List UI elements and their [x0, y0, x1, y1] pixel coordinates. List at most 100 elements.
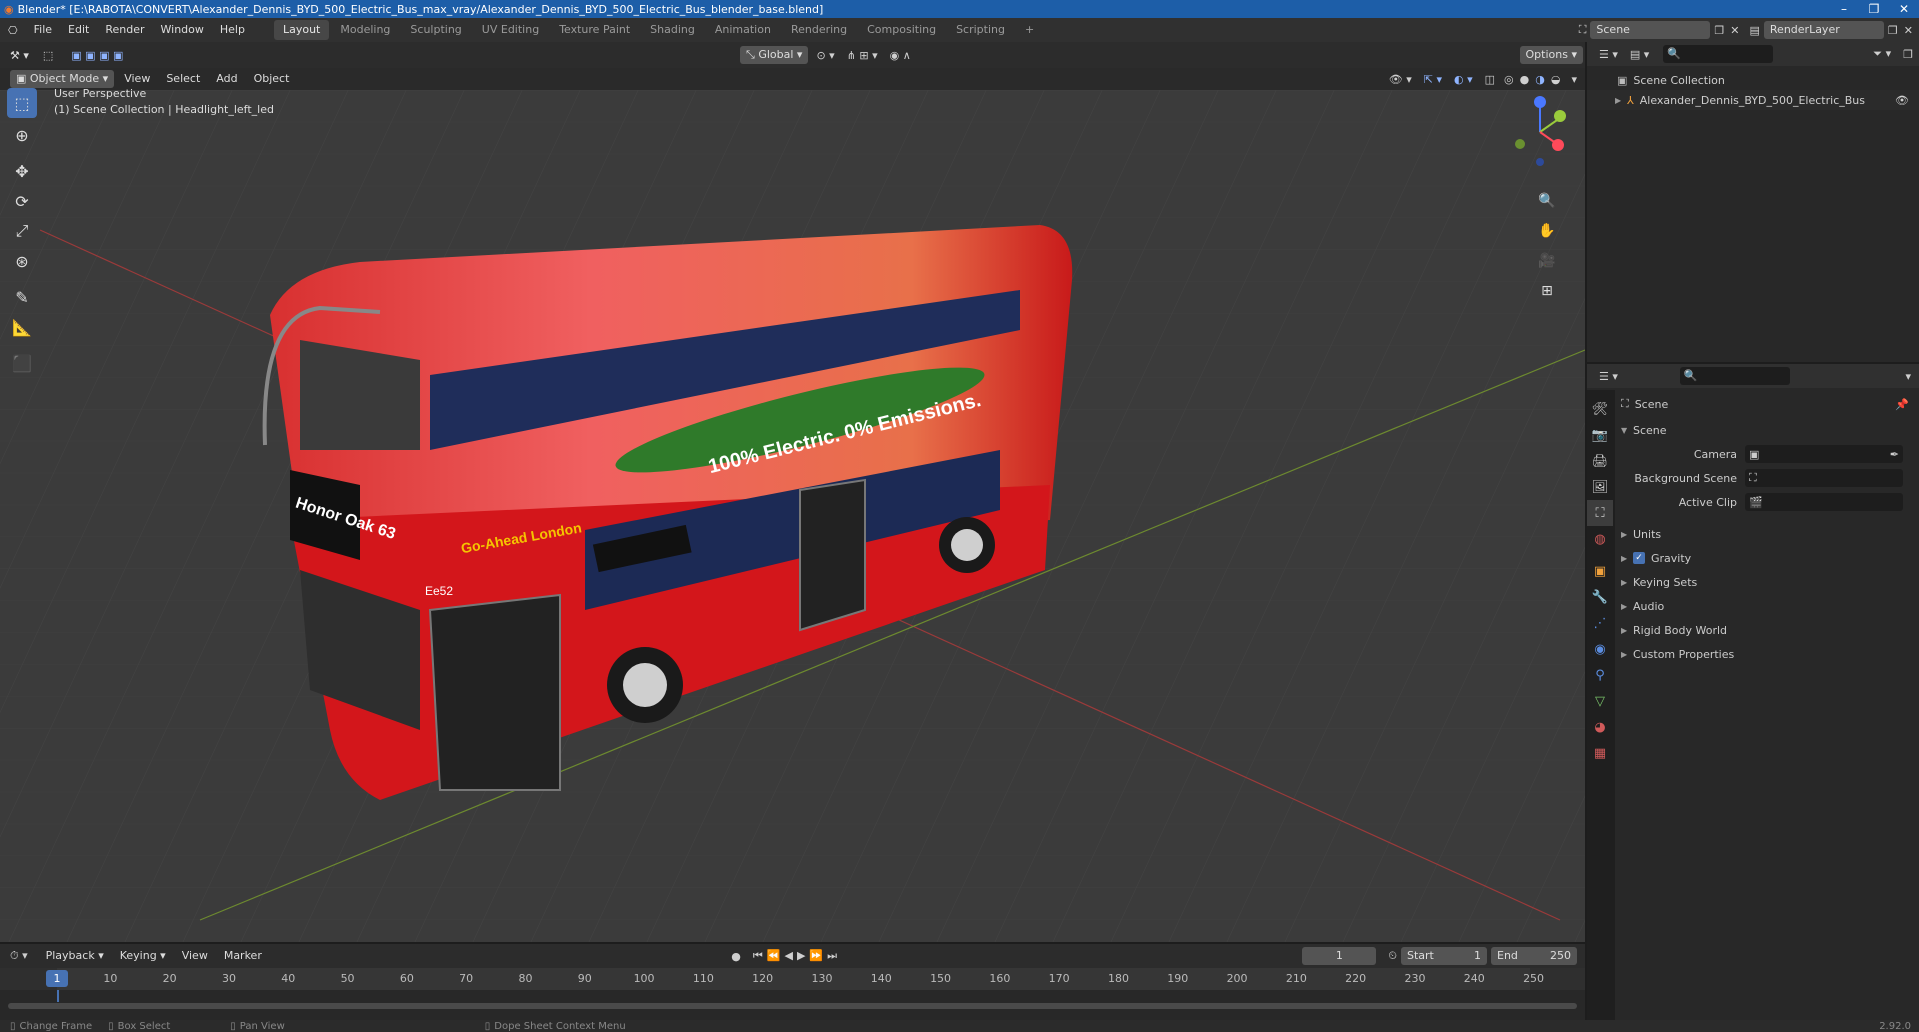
tool-tab-icon[interactable]: 🛠 [1587, 396, 1613, 422]
measure-tool[interactable]: 📐 [7, 312, 37, 342]
keying-sets-section[interactable]: ▶ Keying Sets [1621, 570, 1915, 594]
navigation-gizmo[interactable] [1500, 90, 1580, 170]
material-tab-icon[interactable]: ◕ [1587, 714, 1613, 740]
tab-layout[interactable]: Layout [273, 20, 330, 40]
display-mode-icon[interactable]: ▤ ▾ [1624, 48, 1655, 61]
menu-render[interactable]: Render [97, 18, 152, 42]
expand-icon[interactable]: ▶ [1621, 602, 1633, 611]
gravity-section[interactable]: ▶ ✓ Gravity [1621, 546, 1915, 570]
3d-viewport[interactable]: ⚒ ▾ ⬚ ▣ ▣ ▣ ▣ ⤡ Global ▾ ⊙ ▾ ⋔ ⊞ ▾ ◉ ∧ O… [0, 42, 1585, 942]
new-view-layer-icon[interactable]: ❐ [1884, 24, 1902, 37]
eyedropper-icon[interactable]: ✒ [1890, 448, 1903, 461]
render-tab-icon[interactable]: 📷 [1587, 422, 1613, 448]
tab-scripting[interactable]: Scripting [947, 20, 1014, 40]
view-layer-icon[interactable]: ▤ [1746, 24, 1764, 37]
active-clip-field[interactable]: 🎬 [1745, 493, 1903, 511]
pan-hand-icon[interactable]: ✋ [1534, 218, 1560, 244]
next-keyframe-icon[interactable]: ⏩ [809, 949, 827, 962]
properties-editor-icon[interactable]: ☰ ▾ [1593, 370, 1624, 383]
timeline-scrollbar[interactable] [8, 1003, 1577, 1009]
tab-modeling[interactable]: Modeling [331, 20, 399, 40]
transform-tool[interactable]: ⊛ [7, 246, 37, 276]
transform-orientation-dropdown[interactable]: ⤡ Global ▾ [740, 46, 809, 64]
new-collection-icon[interactable]: ❐ [1897, 48, 1919, 61]
editor-type-icon[interactable]: ⚒ ▾ [0, 49, 39, 62]
start-frame-field[interactable]: Start 1 [1401, 947, 1487, 965]
y-axis-icon[interactable] [1554, 110, 1566, 122]
tab-sculpting[interactable]: Sculpting [401, 20, 470, 40]
select-mode-icon[interactable]: ⬚ [39, 49, 57, 62]
gravity-checkbox[interactable]: ✓ [1633, 552, 1645, 564]
physics-tab-icon[interactable]: ◉ [1587, 636, 1613, 662]
menu-timeline-view[interactable]: View [174, 944, 216, 968]
shading-wireframe-icon[interactable]: ◎ [1501, 73, 1517, 86]
add-cube-tool[interactable]: ⬛ [7, 348, 37, 378]
playhead[interactable]: 1 [46, 970, 68, 987]
menu-help[interactable]: Help [212, 18, 253, 42]
prev-keyframe-icon[interactable]: ⏪ [767, 949, 785, 962]
expand-icon[interactable]: ▶ [1621, 626, 1633, 635]
camera-field[interactable]: ▣ ✒ [1745, 445, 1903, 463]
tab-compositing[interactable]: Compositing [858, 20, 945, 40]
ortho-toggle-icon[interactable]: ⊞ [1534, 278, 1560, 304]
eye-visibility-icon[interactable]: 👁 [1895, 94, 1919, 107]
timeline-track[interactable] [0, 990, 1585, 1012]
shading-options-icon[interactable]: ▾ [1563, 73, 1585, 86]
z-axis-icon[interactable] [1534, 96, 1546, 108]
audio-section[interactable]: ▶ Audio [1621, 594, 1915, 618]
end-frame-field[interactable]: End 250 [1491, 947, 1577, 965]
pin-icon[interactable]: 📌 [1895, 398, 1915, 411]
menu-window[interactable]: Window [153, 18, 212, 42]
snap-icon[interactable]: ⋔ ⊞ ▾ [841, 49, 884, 62]
menu-keying[interactable]: Keying ▾ [112, 944, 174, 968]
tab-texture-paint[interactable]: Texture Paint [550, 20, 639, 40]
select-box-tool[interactable]: ⬚ [7, 88, 37, 118]
outliner-search-field[interactable]: 🔍 [1663, 45, 1774, 63]
options-dropdown[interactable]: Options ▾ [1519, 46, 1583, 64]
maximize-button[interactable]: ❐ [1859, 0, 1889, 18]
units-section[interactable]: ▶ Units [1621, 522, 1915, 546]
add-workspace-button[interactable]: + [1016, 20, 1043, 40]
view-layer-selector[interactable]: RenderLayer [1763, 21, 1884, 39]
particles-tab-icon[interactable]: ⋰ [1587, 610, 1613, 636]
box-select-modes-icon[interactable]: ▣ ▣ ▣ ▣ [57, 49, 137, 62]
filter-icon[interactable]: ⏷ ▾ [1867, 47, 1897, 61]
expand-icon[interactable]: ▶ [1621, 530, 1633, 539]
constraints-tab-icon[interactable]: ⚲ [1587, 662, 1613, 688]
scene-icon[interactable]: ⛶ [1575, 23, 1591, 37]
expand-icon[interactable]: ▶ [1621, 650, 1633, 659]
shading-material-icon[interactable]: ◑ [1532, 73, 1548, 86]
world-tab-icon[interactable]: ◍ [1587, 526, 1613, 552]
scene-tab-icon[interactable]: ⛶ [1587, 500, 1613, 526]
delete-scene-icon[interactable]: ✕ [1728, 24, 1745, 37]
scene-section-header[interactable]: ▼ Scene [1621, 418, 1915, 442]
object-tab-icon[interactable]: ▣ [1587, 558, 1613, 584]
proportional-edit-icon[interactable]: ◉ ∧ [884, 49, 917, 62]
expand-icon[interactable]: ▶ [1615, 96, 1627, 105]
jump-start-icon[interactable]: ⏮ [753, 949, 767, 962]
shading-solid-icon[interactable]: ● [1517, 73, 1533, 86]
x-axis-icon[interactable] [1552, 139, 1564, 151]
scene-selector[interactable]: Scene [1590, 21, 1711, 39]
outliner-editor-icon[interactable]: ☰ ▾ [1593, 48, 1624, 61]
close-button[interactable]: ✕ [1889, 0, 1919, 18]
outliner-row-scene-collection[interactable]: ▣ Scene Collection [1587, 70, 1919, 90]
record-icon[interactable]: ● [725, 950, 747, 963]
tab-rendering[interactable]: Rendering [782, 20, 856, 40]
expand-icon[interactable]: ▶ [1621, 554, 1633, 563]
expand-icon[interactable]: ▶ [1621, 578, 1633, 587]
menu-marker[interactable]: Marker [216, 944, 270, 968]
visibility-icon[interactable]: 👁 ▾ [1383, 73, 1418, 86]
shading-rendered-icon[interactable]: ◒ [1548, 73, 1564, 86]
play-reverse-icon[interactable]: ◀ [784, 949, 796, 962]
timeline-editor-icon[interactable]: ⏱ ▾ [0, 949, 38, 963]
output-tab-icon[interactable]: 🖨 [1587, 448, 1613, 474]
gizmo-icon[interactable]: ⇱ ▾ [1418, 73, 1448, 86]
blender-menu-icon[interactable]: ⎔ [0, 24, 26, 37]
new-scene-icon[interactable]: ❐ [1710, 24, 1728, 37]
properties-search-field[interactable]: 🔍 [1679, 367, 1790, 385]
jump-end-icon[interactable]: ⏭ [827, 949, 841, 962]
background-scene-field[interactable]: ⛶ [1745, 469, 1903, 487]
data-tab-icon[interactable]: ▽ [1587, 688, 1613, 714]
zoom-icon[interactable]: 🔍 [1534, 188, 1560, 214]
